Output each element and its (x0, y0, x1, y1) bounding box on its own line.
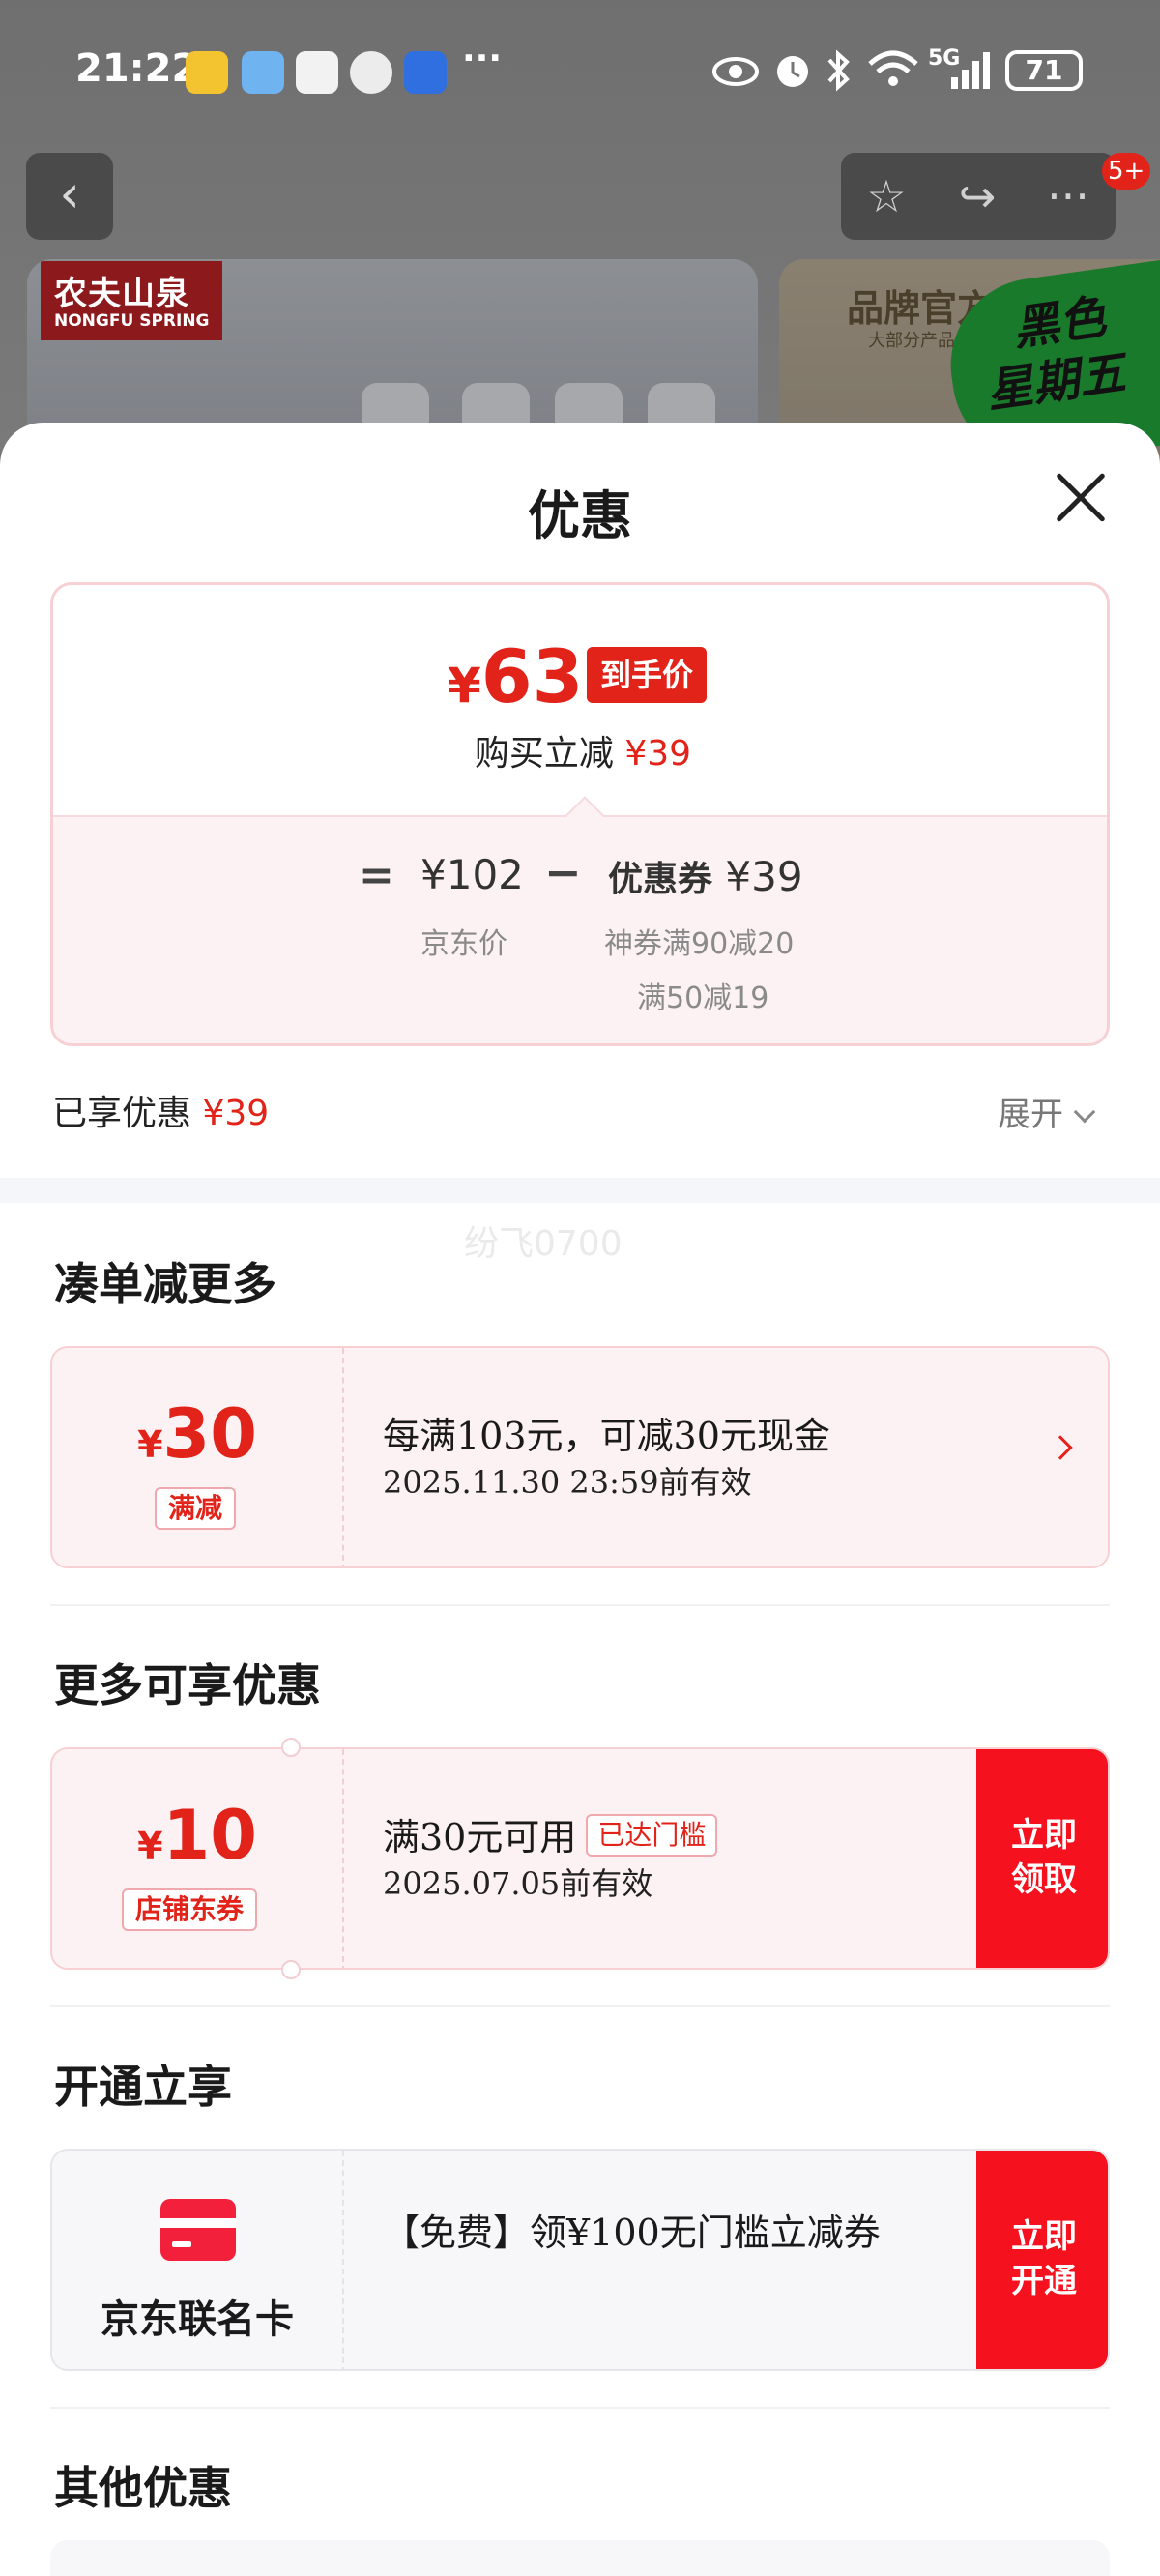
coupon-title: 每满103元，可减30元现金 (383, 1415, 830, 1457)
back-button[interactable]: ‹ (26, 153, 113, 240)
final-price: ¥63 (448, 633, 584, 719)
bluetooth-icon (827, 49, 850, 92)
coupon-detail: 神券满90减20 (604, 927, 795, 961)
status-bar: 21:22 ··· 5G 71 (0, 0, 1160, 135)
close-icon[interactable] (1052, 469, 1110, 527)
signal-icon (951, 52, 990, 89)
equals-sign: = (359, 851, 394, 900)
other-offers-card (50, 2540, 1110, 2576)
product-page-background: 21:22 ··· 5G 71 ‹ ☆ ↪ ··· 5+ 农夫山泉 NONGFU… (0, 0, 1160, 474)
coupon-notch (281, 1960, 301, 1979)
discount-sheet: 优惠 ¥63 到手价 购买立减 ¥39 = ¥102 − 优惠券 ¥39 京东价… (0, 423, 1160, 2576)
coupon-detail: 满50减19 (637, 981, 769, 1015)
section-title-open: 开通立享 (54, 2061, 232, 2113)
cobrand-card-offer: 京东联名卡 【免费】领¥100无门槛立减券 立即 开通 (50, 2149, 1110, 2371)
section-title-other: 其他优惠 (54, 2462, 232, 2514)
card-offer-text: 【免费】领¥100无门槛立减券 (383, 2211, 881, 2254)
battery-indicator: 71 (1005, 50, 1083, 91)
chevron-down-icon (1073, 1100, 1096, 1124)
jd-price: ¥102 (420, 851, 524, 898)
coupon-validity: 2025.11.30 23:59前有效 (383, 1464, 752, 1501)
section-title-more: 更多可享优惠 (54, 1659, 321, 1712)
coupon-type-tag: 店铺东券 (122, 1888, 258, 1931)
chevron-right-icon (1048, 1435, 1073, 1460)
coupon-divider (342, 2151, 344, 2369)
bundle-coupon[interactable]: ¥30 满减 每满103元，可减30元现金 2025.11.30 23:59前有… (50, 1346, 1110, 1568)
hand-notification-icon (350, 51, 392, 94)
sheet-title: 优惠 (528, 484, 632, 546)
more-menu-icon[interactable]: ··· (1023, 153, 1114, 240)
wifi-icon (868, 50, 918, 86)
enjoyed-discount: 已享优惠 ¥39 (52, 1094, 270, 1133)
minus-sign: − (544, 846, 582, 898)
coupon-total: 优惠券 ¥39 (608, 853, 803, 900)
coupon-title: 满30元可用 已达门槛 (383, 1807, 718, 1860)
claim-coupon-button[interactable]: 立即 领取 (976, 1749, 1108, 1968)
jd-price-label: 京东价 (420, 927, 508, 961)
top-actions-bar: ☆ ↪ ··· (841, 153, 1116, 240)
coupon-amount: ¥30 (137, 1394, 257, 1474)
weather-notification-icon (242, 51, 284, 94)
card-name: 京东联名卡 (101, 2297, 294, 2342)
coupon-validity: 2025.07.05前有效 (383, 1865, 653, 1902)
coupon-notch (281, 1738, 301, 1757)
status-time: 21:22 (75, 46, 199, 91)
watermark: 纷飞0700 (464, 1224, 623, 1264)
favorite-star-icon[interactable]: ☆ (841, 153, 932, 240)
expand-button[interactable]: 展开 (998, 1088, 1096, 1135)
coupon-type-tag: 满减 (155, 1487, 237, 1530)
coupon-divider (342, 1749, 344, 1968)
eye-icon (712, 57, 759, 86)
mobile-notification-icon (296, 51, 338, 94)
credit-card-icon (160, 2199, 236, 2261)
coupon-divider (342, 1348, 344, 1566)
store-coupon: ¥10 店铺东券 满30元可用 已达门槛 2025.07.05前有效 立即 领取 (50, 1747, 1110, 1970)
threshold-reached-tag: 已达门槛 (586, 1814, 718, 1857)
message-count-badge: 5+ (1102, 153, 1151, 190)
brand-logo: 农夫山泉 NONGFU SPRING (41, 261, 222, 340)
share-icon[interactable]: ↪ (932, 153, 1023, 240)
coupon-amount: ¥10 (137, 1796, 257, 1875)
more-notifications-icon: ··· (462, 39, 503, 78)
divider (50, 2407, 1110, 2409)
final-price-tag: 到手价 (587, 647, 708, 703)
alarm-icon (777, 56, 808, 87)
divider (50, 1604, 1110, 1606)
instant-discount: 购买立减 ¥39 (474, 734, 692, 774)
price-summary-card: ¥63 到手价 购买立减 ¥39 = ¥102 − 优惠券 ¥39 京东价 神券… (50, 582, 1110, 1046)
open-card-button[interactable]: 立即 开通 (976, 2151, 1108, 2369)
section-title-bundle: 凑单减更多 (54, 1258, 276, 1310)
section-divider (0, 1178, 1160, 1203)
smarthome-notification-icon (404, 51, 447, 94)
divider (50, 2005, 1110, 2007)
app-notification-icon (186, 51, 228, 94)
